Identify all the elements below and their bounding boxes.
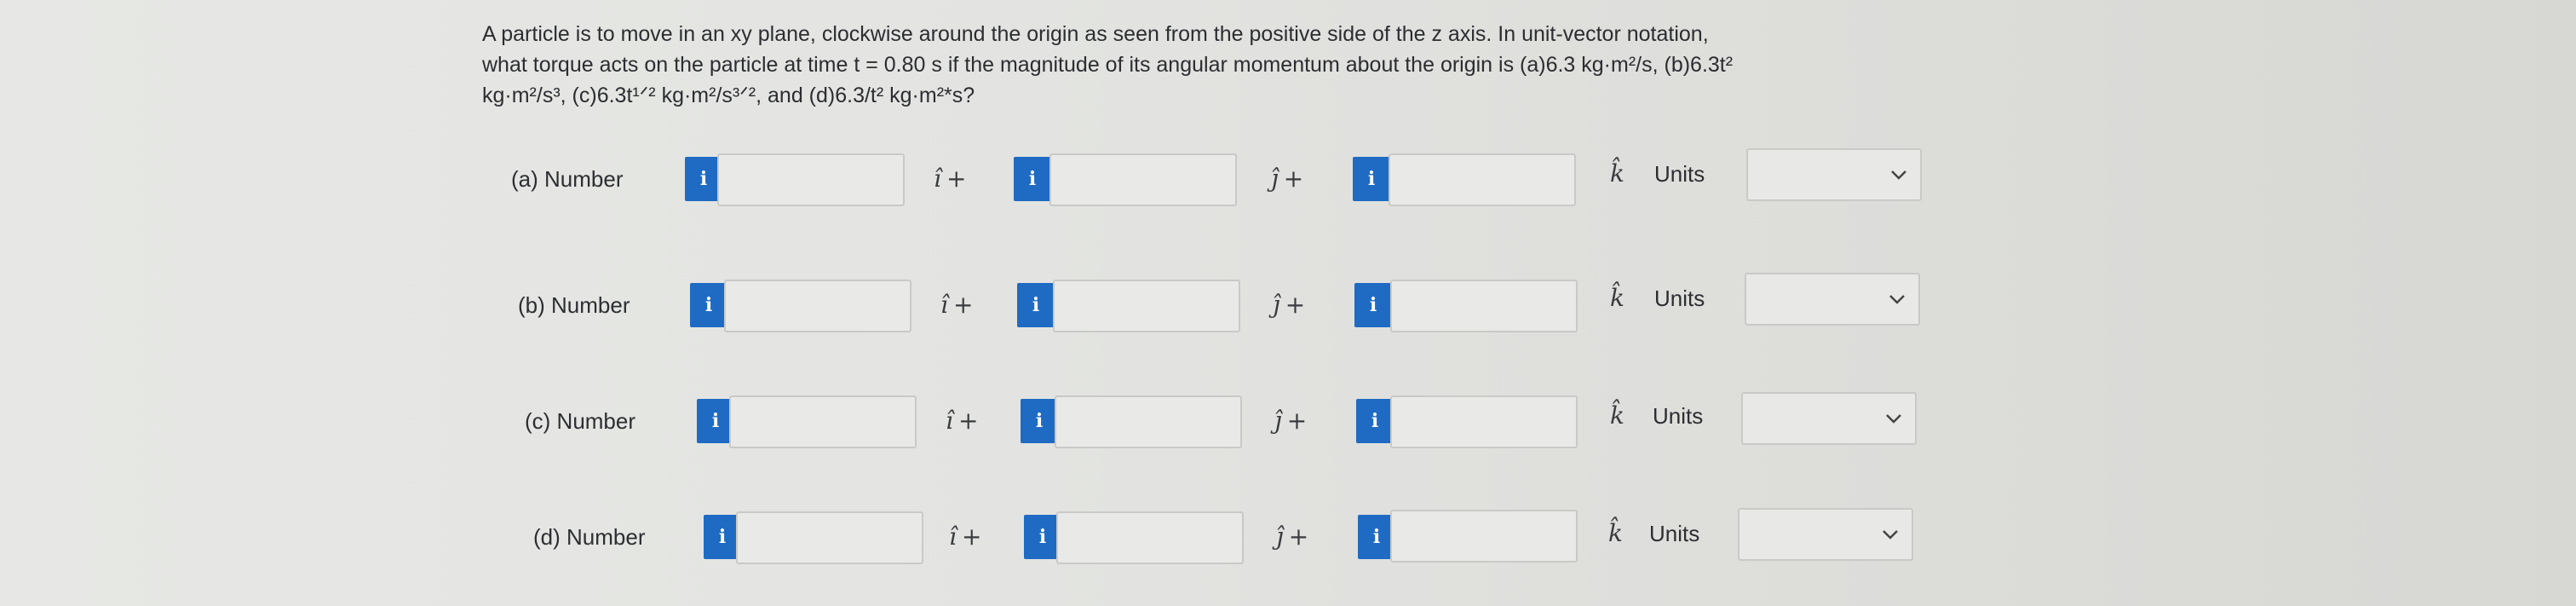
units-label: Units bbox=[1654, 161, 1705, 187]
j-component-input[interactable] bbox=[1055, 395, 1242, 448]
info-icon[interactable]: i bbox=[1014, 157, 1051, 201]
answer-row-b: (b) Number i î + i ĵ + i k̂ Units bbox=[0, 273, 2576, 348]
part-label: (a) Number bbox=[511, 166, 624, 192]
page-background: A particle is to move in an xy plane, cl… bbox=[0, 0, 2576, 606]
question-line-2: what torque acts on the particle at time… bbox=[482, 53, 1734, 77]
chevron-down-icon bbox=[1886, 414, 1901, 424]
units-label: Units bbox=[1649, 521, 1700, 546]
i-hat-symbol: î bbox=[946, 407, 953, 435]
i-component-input[interactable] bbox=[736, 511, 923, 564]
part-label: (d) Number bbox=[533, 524, 646, 550]
i-hat-label: î + bbox=[946, 395, 978, 447]
info-icon[interactable]: i bbox=[1353, 157, 1390, 201]
i-component-input[interactable] bbox=[724, 280, 911, 332]
j-hat-label: ĵ + bbox=[1271, 153, 1303, 205]
i-hat-label: î + bbox=[934, 153, 966, 205]
i-hat-symbol: î bbox=[934, 164, 941, 193]
info-icon[interactable]: i bbox=[1356, 399, 1394, 443]
info-icon[interactable]: i bbox=[1017, 283, 1055, 327]
info-icon[interactable]: i bbox=[690, 283, 727, 327]
k-component-input[interactable] bbox=[1390, 510, 1578, 563]
part-label: (c) Number bbox=[525, 408, 636, 434]
k-component-input[interactable] bbox=[1390, 280, 1578, 332]
plus-sign: + bbox=[957, 407, 979, 435]
chevron-down-icon bbox=[1891, 170, 1906, 180]
j-hat-label: ĵ + bbox=[1274, 395, 1307, 447]
chevron-down-icon bbox=[1883, 530, 1898, 540]
plus-sign: + bbox=[1288, 522, 1309, 551]
i-hat-label: î + bbox=[949, 511, 981, 563]
k-component-input[interactable] bbox=[1389, 153, 1576, 206]
plus-sign: + bbox=[1286, 407, 1308, 435]
info-icon[interactable]: i bbox=[1354, 283, 1392, 327]
units-label: Units bbox=[1654, 286, 1705, 311]
plus-sign: + bbox=[1283, 164, 1304, 193]
k-hat-symbol: k̂ bbox=[1610, 284, 1624, 312]
question-text: A particle is to move in an xy plane, cl… bbox=[482, 19, 1998, 111]
chevron-down-icon bbox=[1889, 295, 1905, 304]
part-label: (b) Number bbox=[518, 292, 630, 318]
j-hat-symbol: ĵ bbox=[1276, 522, 1284, 551]
i-hat-label: î + bbox=[940, 280, 973, 331]
j-hat-symbol: ĵ bbox=[1274, 407, 1282, 435]
units-dropdown[interactable] bbox=[1746, 148, 1922, 201]
k-hat-symbol: k̂ bbox=[1610, 159, 1624, 188]
k-component-input[interactable] bbox=[1390, 395, 1578, 448]
i-hat-symbol: î bbox=[949, 522, 957, 551]
k-hat-symbol: k̂ bbox=[1610, 401, 1624, 430]
plus-sign: + bbox=[952, 291, 974, 319]
i-component-input[interactable] bbox=[729, 395, 917, 448]
j-component-input[interactable] bbox=[1049, 153, 1237, 206]
question-line-1: A particle is to move in an xy plane, cl… bbox=[482, 22, 1709, 46]
j-hat-symbol: ĵ bbox=[1271, 164, 1279, 193]
units-dropdown[interactable] bbox=[1738, 508, 1913, 561]
question-line-3: kg·m²/s³, (c)6.3t¹ᐟ² kg·m²/s³ᐟ², and (d)… bbox=[482, 84, 975, 107]
plus-sign: + bbox=[961, 522, 982, 551]
j-component-input[interactable] bbox=[1053, 280, 1240, 332]
i-component-input[interactable] bbox=[717, 153, 905, 206]
j-component-input[interactable] bbox=[1056, 511, 1244, 564]
j-hat-label: ĵ + bbox=[1273, 280, 1305, 331]
answer-row-a: (a) Number i î + i ĵ + i k̂ Units bbox=[0, 148, 2576, 222]
k-hat-symbol: k̂ bbox=[1608, 519, 1623, 547]
units-dropdown[interactable] bbox=[1745, 273, 1920, 326]
i-hat-symbol: î bbox=[940, 291, 948, 319]
plus-sign: + bbox=[946, 164, 967, 193]
j-hat-symbol: ĵ bbox=[1273, 291, 1280, 319]
units-label: Units bbox=[1653, 403, 1704, 429]
answer-row-d: (d) Number i î + i ĵ + i k̂ Units bbox=[0, 508, 2576, 580]
units-dropdown[interactable] bbox=[1741, 392, 1917, 445]
plus-sign: + bbox=[1285, 291, 1306, 319]
answer-row-c: (c) Number i î + i ĵ + i k̂ Units bbox=[0, 392, 2576, 464]
j-hat-label: ĵ + bbox=[1276, 511, 1308, 563]
info-icon[interactable]: i bbox=[1021, 399, 1058, 443]
